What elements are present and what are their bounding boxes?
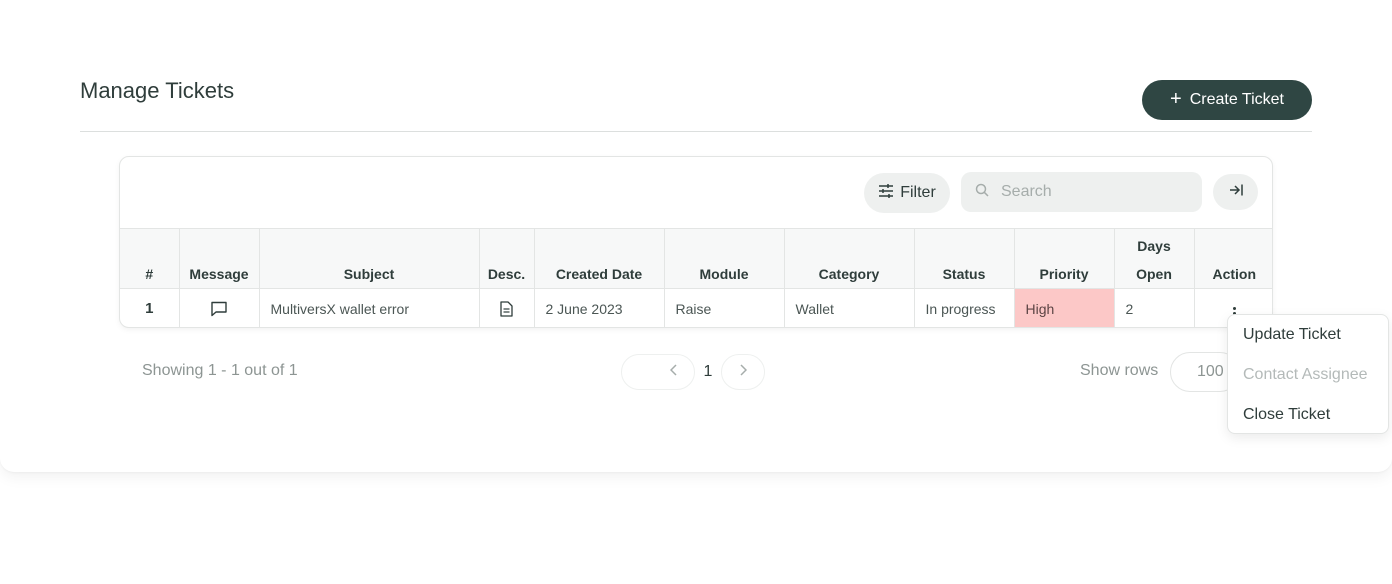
- menu-item-contact-assignee: Contact Assignee: [1243, 366, 1368, 383]
- plus-icon: +: [1170, 88, 1182, 110]
- filter-button[interactable]: Filter: [864, 173, 950, 213]
- header-days-open[interactable]: Days Open: [1113, 228, 1195, 289]
- cell-status: In progress: [913, 288, 1015, 327]
- pagination: 1: [621, 354, 765, 390]
- header-priority[interactable]: Priority: [1013, 228, 1115, 289]
- header-num[interactable]: #: [120, 228, 180, 289]
- show-rows-label: Show rows: [1080, 362, 1159, 379]
- action-menu: Update Ticket Contact Assignee Close Tic…: [1227, 314, 1389, 434]
- create-ticket-label: Create Ticket: [1189, 91, 1284, 108]
- table-row[interactable]: 1 MultiversX wallet error 2 June 2023 Ra…: [120, 288, 1272, 327]
- arrow-to-right-icon: [1229, 183, 1243, 201]
- search-input[interactable]: [1001, 183, 1181, 201]
- search-icon: [975, 183, 989, 202]
- current-page[interactable]: 1: [695, 363, 721, 381]
- cell-priority: High: [1013, 288, 1115, 327]
- menu-item-close-ticket[interactable]: Close Ticket: [1228, 403, 1388, 443]
- sliders-icon: [878, 183, 894, 203]
- header-category[interactable]: Category: [783, 228, 915, 289]
- chevron-left-icon: [669, 363, 678, 381]
- cell-days-open: 2: [1113, 288, 1195, 327]
- cell-desc: [478, 288, 535, 327]
- header-days-line1: Days: [1137, 238, 1171, 254]
- header-message[interactable]: Message: [178, 228, 260, 289]
- rows-per-page-value: 100: [1197, 363, 1224, 380]
- tickets-table-card: Filter Search # Message Subject Desc. Cr…: [119, 156, 1273, 328]
- search-box: [961, 172, 1202, 212]
- cell-subject: MultiversX wallet error: [258, 288, 480, 327]
- chat-bubble-icon[interactable]: [210, 300, 228, 317]
- header-desc[interactable]: Desc.: [478, 228, 535, 289]
- cell-message: [178, 288, 260, 327]
- export-button[interactable]: [1213, 174, 1258, 210]
- menu-item-update-ticket[interactable]: Update Ticket: [1228, 323, 1388, 363]
- cell-module: Raise: [663, 288, 785, 327]
- table-header-row: # Message Subject Desc. Created Date Mod…: [120, 228, 1272, 289]
- cell-category: Wallet: [783, 288, 915, 327]
- cell-created-date: 2 June 2023: [533, 288, 665, 327]
- header-status[interactable]: Status: [913, 228, 1015, 289]
- previous-page-button[interactable]: [621, 354, 695, 390]
- header-days-line2: Open: [1136, 266, 1172, 282]
- cell-num: 1: [120, 288, 180, 327]
- page-title: Manage Tickets: [80, 78, 235, 103]
- tickets-table: # Message Subject Desc. Created Date Mod…: [120, 228, 1272, 327]
- pagination-summary: Showing 1 - 1 out of 1: [142, 362, 298, 379]
- header-divider: [80, 131, 1312, 132]
- header-created-date[interactable]: Created Date: [533, 228, 665, 289]
- filter-label: Filter: [900, 184, 936, 201]
- next-page-button[interactable]: [721, 354, 765, 390]
- header-module[interactable]: Module: [663, 228, 785, 289]
- chevron-right-icon: [739, 363, 748, 381]
- header-action: Action: [1193, 228, 1272, 289]
- page-card: Manage Tickets + Create Ticket Filter Se…: [0, 0, 1392, 472]
- document-icon[interactable]: [500, 300, 513, 318]
- header-subject[interactable]: Subject: [258, 228, 480, 289]
- create-ticket-button[interactable]: + Create Ticket: [1142, 80, 1312, 120]
